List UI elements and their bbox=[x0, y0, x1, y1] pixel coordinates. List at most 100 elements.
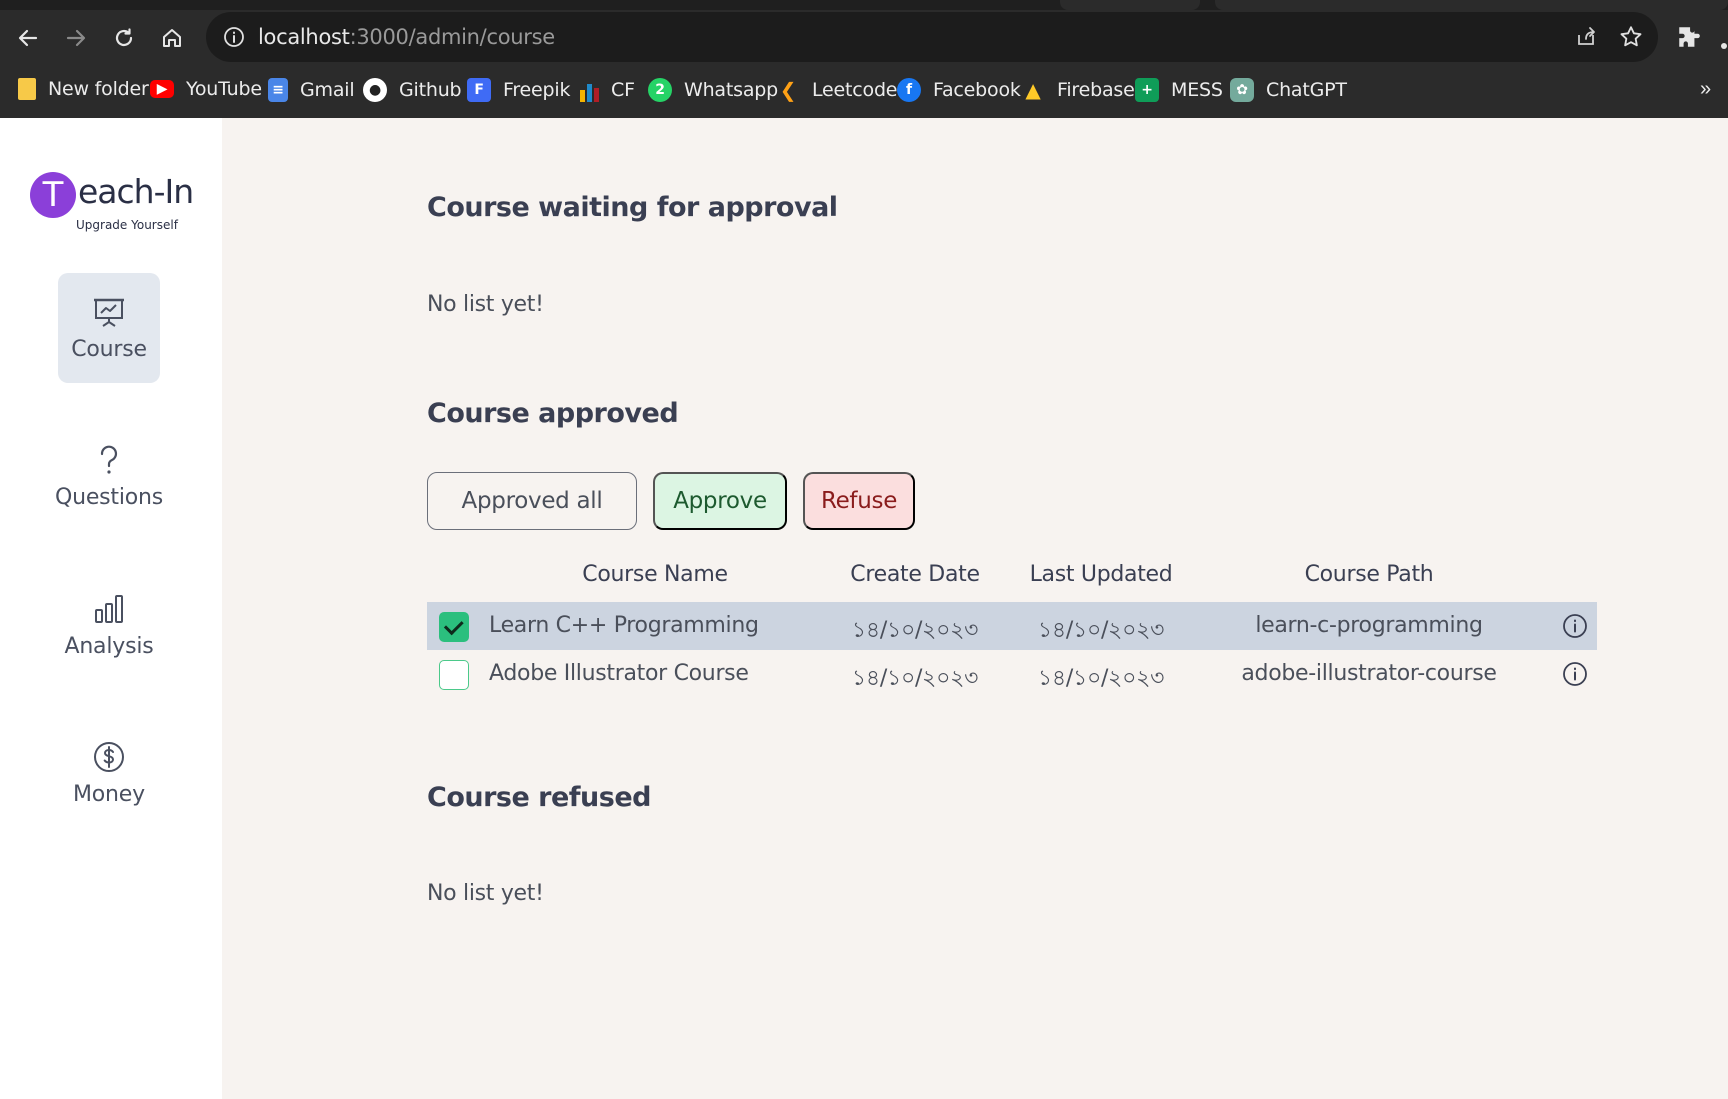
sidebar-item-label: Money bbox=[73, 781, 145, 807]
google-docs-icon: ≡ bbox=[268, 78, 288, 102]
site-info-icon[interactable] bbox=[222, 25, 246, 49]
bookmark-new-folder[interactable]: New folder bbox=[18, 78, 149, 100]
course-name: Adobe Illustrator Course bbox=[489, 661, 749, 686]
table-row[interactable]: Adobe Illustrator Course ১৪/১০/২০২৩ ১৪/১… bbox=[427, 650, 1597, 698]
bookmark-youtube[interactable]: ▶ YouTube bbox=[150, 78, 262, 100]
table-header: Course Name Create Date Last Updated Cou… bbox=[427, 552, 1597, 602]
course-path: adobe-illustrator-course bbox=[1241, 661, 1497, 686]
tab[interactable] bbox=[1215, 0, 1728, 10]
presentation-chart-icon bbox=[94, 298, 124, 327]
sidebar-item-label: Questions bbox=[54, 484, 164, 510]
waiting-section-title: Course waiting for approval bbox=[427, 192, 838, 223]
approved-section-title: Course approved bbox=[427, 398, 679, 429]
arrow-left-icon bbox=[18, 29, 38, 47]
column-header-create-date[interactable]: Create Date bbox=[850, 562, 980, 587]
bookmark-label: ChatGPT bbox=[1266, 79, 1347, 101]
arrow-right-icon bbox=[66, 29, 86, 47]
column-header-last-updated[interactable]: Last Updated bbox=[1030, 562, 1173, 587]
url-text[interactable]: localhost:3000/admin/course bbox=[258, 25, 555, 49]
profile-partial-icon[interactable] bbox=[1714, 26, 1728, 50]
sidebar-item-label: Analysis bbox=[64, 633, 154, 659]
home-button[interactable] bbox=[154, 20, 190, 56]
bookmark-leetcode[interactable]: ❮ Leetcode bbox=[776, 78, 898, 102]
bookmark-label: New folder bbox=[48, 78, 149, 100]
back-button[interactable] bbox=[10, 20, 46, 56]
refused-empty-message: No list yet! bbox=[427, 881, 544, 906]
codeforces-icon bbox=[575, 78, 599, 102]
bookmark-label: Freepik bbox=[503, 79, 571, 101]
sidebar-item-money[interactable]: Money bbox=[58, 718, 160, 828]
teach-in-logo[interactable]: T each-In Upgrade Yourself bbox=[30, 168, 210, 232]
approve-button[interactable]: Approve bbox=[653, 472, 787, 530]
logo-tagline: Upgrade Yourself bbox=[76, 218, 178, 232]
home-icon bbox=[163, 29, 181, 47]
reload-button[interactable] bbox=[106, 20, 142, 56]
row-checkbox[interactable] bbox=[439, 612, 469, 642]
extensions-icon[interactable] bbox=[1676, 24, 1702, 50]
refuse-button[interactable]: Refuse bbox=[803, 472, 915, 530]
approved-all-button[interactable]: Approved all bbox=[427, 472, 637, 530]
share-icon[interactable] bbox=[1574, 25, 1598, 49]
bookmark-label: MESS bbox=[1171, 79, 1223, 101]
bookmark-star-icon[interactable] bbox=[1618, 24, 1644, 50]
bookmark-label: Leetcode bbox=[812, 79, 898, 101]
bookmark-label: Gmail bbox=[300, 79, 355, 101]
address-bar[interactable]: localhost:3000/admin/course bbox=[206, 12, 1658, 62]
forward-button[interactable] bbox=[58, 20, 94, 56]
row-checkbox[interactable] bbox=[439, 660, 469, 690]
url-path: :3000/admin/course bbox=[349, 25, 556, 49]
google-sheets-icon: + bbox=[1135, 78, 1159, 102]
chatgpt-icon: ✿ bbox=[1230, 78, 1254, 102]
logo-word: each-In bbox=[78, 172, 194, 211]
bookmark-label: Facebook bbox=[933, 79, 1021, 101]
bookmark-facebook[interactable]: f Facebook bbox=[897, 78, 1021, 102]
create-date: ১৪/১০/২০২৩ bbox=[851, 618, 979, 643]
course-name: Learn C++ Programming bbox=[489, 613, 759, 638]
column-header-course-path[interactable]: Course Path bbox=[1305, 562, 1434, 587]
bookmark-chatgpt[interactable]: ✿ ChatGPT bbox=[1230, 78, 1347, 102]
bookmark-freepik[interactable]: F Freepik bbox=[467, 78, 570, 102]
sidebar-item-course[interactable]: Course bbox=[58, 273, 160, 383]
bookmark-gmail[interactable]: ≡ Gmail bbox=[268, 78, 355, 102]
reload-icon bbox=[115, 28, 133, 47]
bookmark-firebase[interactable]: ▲ Firebase bbox=[1021, 78, 1135, 102]
leetcode-icon: ❮ bbox=[779, 78, 797, 102]
bookmark-whatsapp[interactable]: 2 Whatsapp bbox=[648, 78, 778, 102]
sidebar-item-label: Course bbox=[71, 336, 147, 362]
youtube-icon: ▶ bbox=[150, 80, 174, 98]
bookmark-cf[interactable]: CF bbox=[575, 78, 635, 102]
sidebar: T each-In Upgrade Yourself Course Questi… bbox=[0, 118, 222, 1099]
info-icon[interactable] bbox=[1562, 613, 1588, 639]
bookmark-github[interactable]: ● Github bbox=[363, 78, 462, 102]
course-path: learn-c-programming bbox=[1255, 613, 1483, 638]
bookmark-label: Firebase bbox=[1057, 79, 1135, 101]
bookmark-mess[interactable]: + MESS bbox=[1135, 78, 1223, 102]
sidebar-item-questions[interactable]: Questions bbox=[54, 421, 164, 531]
bookmarks-bar: New folder ▶ YouTube ≡ Gmail ● Github F … bbox=[0, 70, 1728, 110]
create-date: ১৪/১০/২০২৩ bbox=[851, 666, 979, 691]
url-host: localhost bbox=[258, 25, 350, 49]
folder-icon bbox=[18, 78, 36, 100]
tab-strip bbox=[0, 0, 1728, 10]
waiting-empty-message: No list yet! bbox=[427, 292, 544, 317]
logo-letter: T bbox=[30, 172, 76, 218]
main-content: Course waiting for approval No list yet!… bbox=[222, 118, 1728, 1099]
table-row[interactable]: Learn C++ Programming ১৪/১০/২০২৩ ১৪/১০/২… bbox=[427, 602, 1597, 650]
column-header-course-name[interactable]: Course Name bbox=[582, 562, 728, 587]
facebook-icon: f bbox=[897, 78, 921, 102]
browser-chrome: localhost:3000/admin/course New folder ▶… bbox=[0, 0, 1728, 118]
sidebar-item-analysis[interactable]: Analysis bbox=[58, 570, 160, 680]
tab[interactable] bbox=[1060, 0, 1200, 10]
github-icon: ● bbox=[363, 78, 387, 102]
firebase-icon: ▲ bbox=[1025, 78, 1041, 102]
refused-section-title: Course refused bbox=[427, 782, 652, 813]
more-bookmarks-button[interactable]: » bbox=[1700, 78, 1711, 101]
whatsapp-icon: 2 bbox=[648, 78, 672, 102]
info-icon[interactable] bbox=[1562, 661, 1588, 687]
bookmark-label: YouTube bbox=[186, 78, 262, 100]
question-icon bbox=[100, 445, 118, 474]
bookmark-label: Github bbox=[399, 79, 462, 101]
freepik-icon: F bbox=[467, 78, 491, 102]
bar-chart-icon bbox=[95, 594, 123, 623]
last-updated: ১৪/১০/২০২৩ bbox=[1037, 666, 1165, 691]
